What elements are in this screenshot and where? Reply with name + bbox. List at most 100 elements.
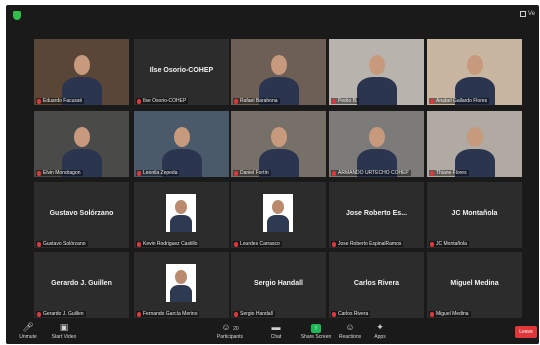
participant-tile[interactable]: Rafael Barahona xyxy=(231,39,326,105)
unmute-button[interactable]: 🎤︎ Unmute xyxy=(8,322,48,340)
participant-display-name: JC Montañola xyxy=(451,210,498,217)
participant-name: Gustavo Solórzano xyxy=(43,241,86,247)
person-figure xyxy=(170,285,192,302)
person-head xyxy=(369,127,385,147)
person-head xyxy=(175,270,187,284)
profile-picture xyxy=(166,264,196,302)
mic-muted-icon xyxy=(37,311,41,317)
participant-tile[interactable]: Anabel Gallardo Flores xyxy=(427,39,522,105)
reactions-label: Reactions xyxy=(338,334,362,340)
mic-muted-icon xyxy=(137,98,141,104)
participant-name: Anabel Gallardo Flores xyxy=(436,98,488,104)
participant-tile[interactable]: Eduardo Facussé xyxy=(34,39,129,105)
participant-name-label: ARMANDO URTECHO COHEP xyxy=(331,170,411,176)
participant-tile[interactable]: Kevin Rodriguez Castillo xyxy=(134,182,229,248)
participant-video xyxy=(34,111,129,177)
person-head xyxy=(369,55,385,75)
participant-tile[interactable]: Thiane Flores xyxy=(427,111,522,177)
participant-name-label: Miguel Medina xyxy=(429,311,471,317)
participant-tile[interactable]: Fernando García Merino xyxy=(134,252,229,318)
mic-muted-icon xyxy=(234,98,238,104)
mic-muted-icon xyxy=(430,98,434,104)
mic-muted-icon xyxy=(430,241,434,247)
participant-name: Elvin Mondragon xyxy=(43,170,81,176)
participant-name-label: JC Montañola xyxy=(429,241,469,247)
mic-muted-icon xyxy=(37,241,41,247)
participants-button[interactable]: ☺ 20 Participants xyxy=(210,322,250,340)
participant-name-label: Daniel Fortín xyxy=(233,170,271,176)
mic-muted-icon xyxy=(234,241,238,247)
participant-name: Carlos Rivera xyxy=(338,311,369,317)
participant-name-label: Thiane Flores xyxy=(429,170,469,176)
participant-tile[interactable]: Daniel Fortín xyxy=(231,111,326,177)
participant-name-label: Fernando García Merino xyxy=(136,311,200,317)
participant-name-label: Kevin Rodriguez Castillo xyxy=(136,241,200,247)
person-head xyxy=(467,55,483,75)
apps-button[interactable]: ✦ Apps xyxy=(360,322,400,340)
participant-name: Sergio Handall xyxy=(240,311,273,317)
mic-muted-icon xyxy=(37,170,41,176)
participant-video xyxy=(231,39,326,105)
participant-name-label: Gustavo Solórzano xyxy=(36,241,88,247)
mic-muted-icon xyxy=(430,311,434,317)
participant-video xyxy=(134,111,229,177)
participant-name: Leonila Zepeda xyxy=(143,170,178,176)
person-head xyxy=(271,55,287,75)
person-head xyxy=(74,55,90,75)
meeting-toolbar: 🎤︎ Unmute ▣ Start Video ☺ 20 Participant… xyxy=(6,320,539,344)
participant-tile[interactable]: Elvin Mondragon xyxy=(34,111,129,177)
person-head xyxy=(175,200,187,214)
microphone-muted-icon: 🎤︎ xyxy=(22,322,34,332)
person-figure xyxy=(267,215,289,232)
participant-tile[interactable]: Leonila Zepeda xyxy=(134,111,229,177)
participant-name-label: Pedro B. xyxy=(331,98,360,104)
person-head xyxy=(74,127,90,147)
profile-picture xyxy=(166,194,196,232)
participant-tile[interactable]: Lourdes Carrasco xyxy=(231,182,326,248)
participant-tile[interactable]: Sergio Handall Sergio Handall xyxy=(231,252,326,318)
unmute-label: Unmute xyxy=(19,334,37,340)
participant-tile[interactable]: Pedro B. xyxy=(329,39,424,105)
participant-tile[interactable]: JC Montañola JC Montañola xyxy=(427,182,522,248)
participant-display-name: Gustavo Solórzano xyxy=(49,210,114,217)
share-screen-icon: ↑ xyxy=(311,324,321,333)
participant-tile[interactable]: Jose Roberto Es... Jose Roberto EspinalRa… xyxy=(329,182,424,248)
participant-name: ARMANDO URTECHO COHEP xyxy=(338,170,409,176)
participants-icon: ☺ xyxy=(221,322,231,332)
view-button[interactable]: Ve xyxy=(519,11,535,17)
start-video-button[interactable]: ▣ Start Video xyxy=(44,322,84,340)
participant-tile[interactable]: Gerardo J. Guillen Gerardo J. Guillen xyxy=(34,252,129,318)
participant-tile[interactable]: Gustavo Solórzano Gustavo Solórzano xyxy=(34,182,129,248)
person-head xyxy=(272,200,284,214)
chat-icon: ▬ xyxy=(271,322,281,332)
participant-name: Fernando García Merino xyxy=(143,311,198,317)
apps-icon: ✦ xyxy=(376,322,384,332)
security-shield-icon[interactable] xyxy=(13,11,21,20)
person-head xyxy=(174,127,190,147)
profile-picture xyxy=(263,194,293,232)
participant-video xyxy=(34,39,129,105)
chat-button[interactable]: ▬ Chat xyxy=(256,322,296,340)
leave-button[interactable]: Leave xyxy=(515,326,537,338)
participant-tile[interactable]: Miguel Medina Miguel Medina xyxy=(427,252,522,318)
participants-label: Participants xyxy=(216,334,244,340)
participant-tile[interactable]: Carlos Rivera Carlos Rivera xyxy=(329,252,424,318)
participant-name-label: Anabel Gallardo Flores xyxy=(429,98,490,104)
chat-label: Chat xyxy=(270,334,282,340)
participant-name: Jose Roberto EspinalRamos xyxy=(338,241,402,247)
participant-name: Ilse Osorio-COHEP xyxy=(143,98,187,104)
mic-muted-icon xyxy=(137,241,141,247)
participant-name-label: Leonila Zepeda xyxy=(136,170,180,176)
mic-muted-icon xyxy=(137,311,141,317)
mic-muted-icon xyxy=(234,311,238,317)
participant-display-name: Carlos Rivera xyxy=(353,280,400,287)
share-screen-label: Share Screen xyxy=(300,334,332,340)
participant-name: Pedro B. xyxy=(338,98,358,104)
participant-video xyxy=(329,39,424,105)
start-video-label: Start Video xyxy=(51,334,77,340)
participant-tile[interactable]: Ilse Osorio-COHEP Ilse Osorio-COHEP xyxy=(134,39,229,105)
participant-video xyxy=(427,39,522,105)
participant-tile[interactable]: ARMANDO URTECHO COHEP xyxy=(329,111,424,177)
participant-name-label: Gerardo J. Guillen xyxy=(36,311,86,317)
participant-name: Kevin Rodriguez Castillo xyxy=(143,241,198,247)
